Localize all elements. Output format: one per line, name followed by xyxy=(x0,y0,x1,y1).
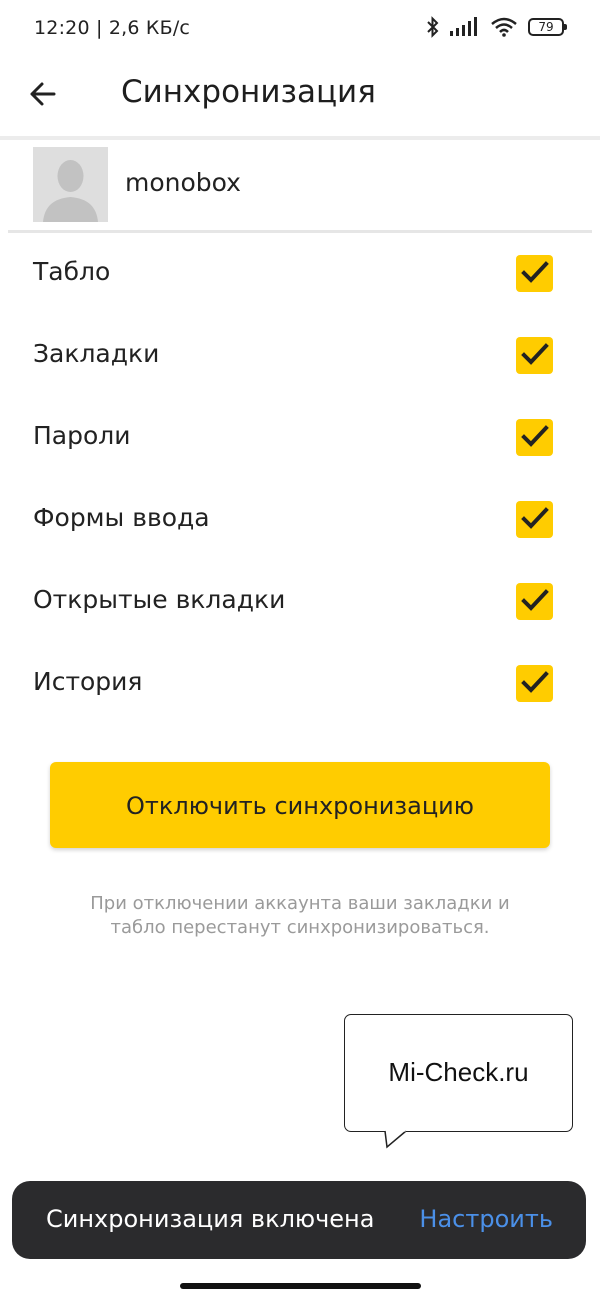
checkbox-history[interactable] xyxy=(516,665,553,702)
status-icons: 79 xyxy=(426,16,567,38)
watermark-bubble: Mi-Check.ru xyxy=(344,1014,573,1132)
signal-icon xyxy=(450,17,480,37)
disable-hint-text: При отключении аккаунта ваши закладки и … xyxy=(90,893,510,938)
checkmark-icon xyxy=(521,425,549,447)
battery-icon: 79 xyxy=(528,18,567,36)
default-avatar-icon xyxy=(33,147,108,222)
checkmark-icon xyxy=(521,671,549,693)
page-title: Синхронизация xyxy=(121,74,376,110)
option-row-bookmarks[interactable]: Закладки xyxy=(0,315,600,397)
checkbox-tablo[interactable] xyxy=(516,255,553,292)
option-row-open-tabs[interactable]: Открытые вкладки xyxy=(0,561,600,643)
snackbar-message: Синхронизация включена xyxy=(46,1205,375,1233)
snackbar-action-configure[interactable]: Настроить xyxy=(419,1205,553,1233)
option-label: Закладки xyxy=(33,339,160,368)
app-bar: Синхронизация xyxy=(0,60,600,136)
option-row-tablo[interactable]: Табло xyxy=(0,233,600,315)
checkmark-icon xyxy=(521,343,549,365)
checkmark-icon xyxy=(521,261,549,283)
checkbox-bookmarks[interactable] xyxy=(516,337,553,374)
status-bar: 12:20 | 2,6 КБ/с 79 xyxy=(0,0,600,60)
option-label: Пароли xyxy=(33,421,131,450)
option-label: Табло xyxy=(33,257,111,286)
checkbox-autofill[interactable] xyxy=(516,501,553,538)
checkbox-open-tabs[interactable] xyxy=(516,583,553,620)
option-row-passwords[interactable]: Пароли xyxy=(0,397,600,479)
arrow-left-icon xyxy=(24,82,64,118)
checkmark-icon xyxy=(521,507,549,529)
option-label: История xyxy=(33,667,143,696)
account-name: monobox xyxy=(125,168,241,197)
checkmark-icon xyxy=(521,589,549,611)
disable-sync-button[interactable]: Отключить синхронизацию xyxy=(50,762,550,848)
bubble-tail xyxy=(384,1130,407,1149)
bluetooth-icon xyxy=(426,16,440,38)
option-row-autofill[interactable]: Формы ввода xyxy=(0,479,600,561)
home-indicator[interactable] xyxy=(180,1283,421,1289)
wifi-icon xyxy=(490,17,518,37)
watermark-text: Mi-Check.ru xyxy=(388,1057,529,1087)
option-label: Формы ввода xyxy=(33,503,210,532)
checkbox-passwords[interactable] xyxy=(516,419,553,456)
status-time: 12:20 | 2,6 КБ/с xyxy=(34,17,191,39)
back-button[interactable] xyxy=(24,74,72,114)
snackbar: Синхронизация включена Настроить xyxy=(12,1181,586,1259)
account-row: monobox xyxy=(0,140,600,232)
option-label: Открытые вкладки xyxy=(33,585,286,614)
option-row-history[interactable]: История xyxy=(0,643,600,725)
